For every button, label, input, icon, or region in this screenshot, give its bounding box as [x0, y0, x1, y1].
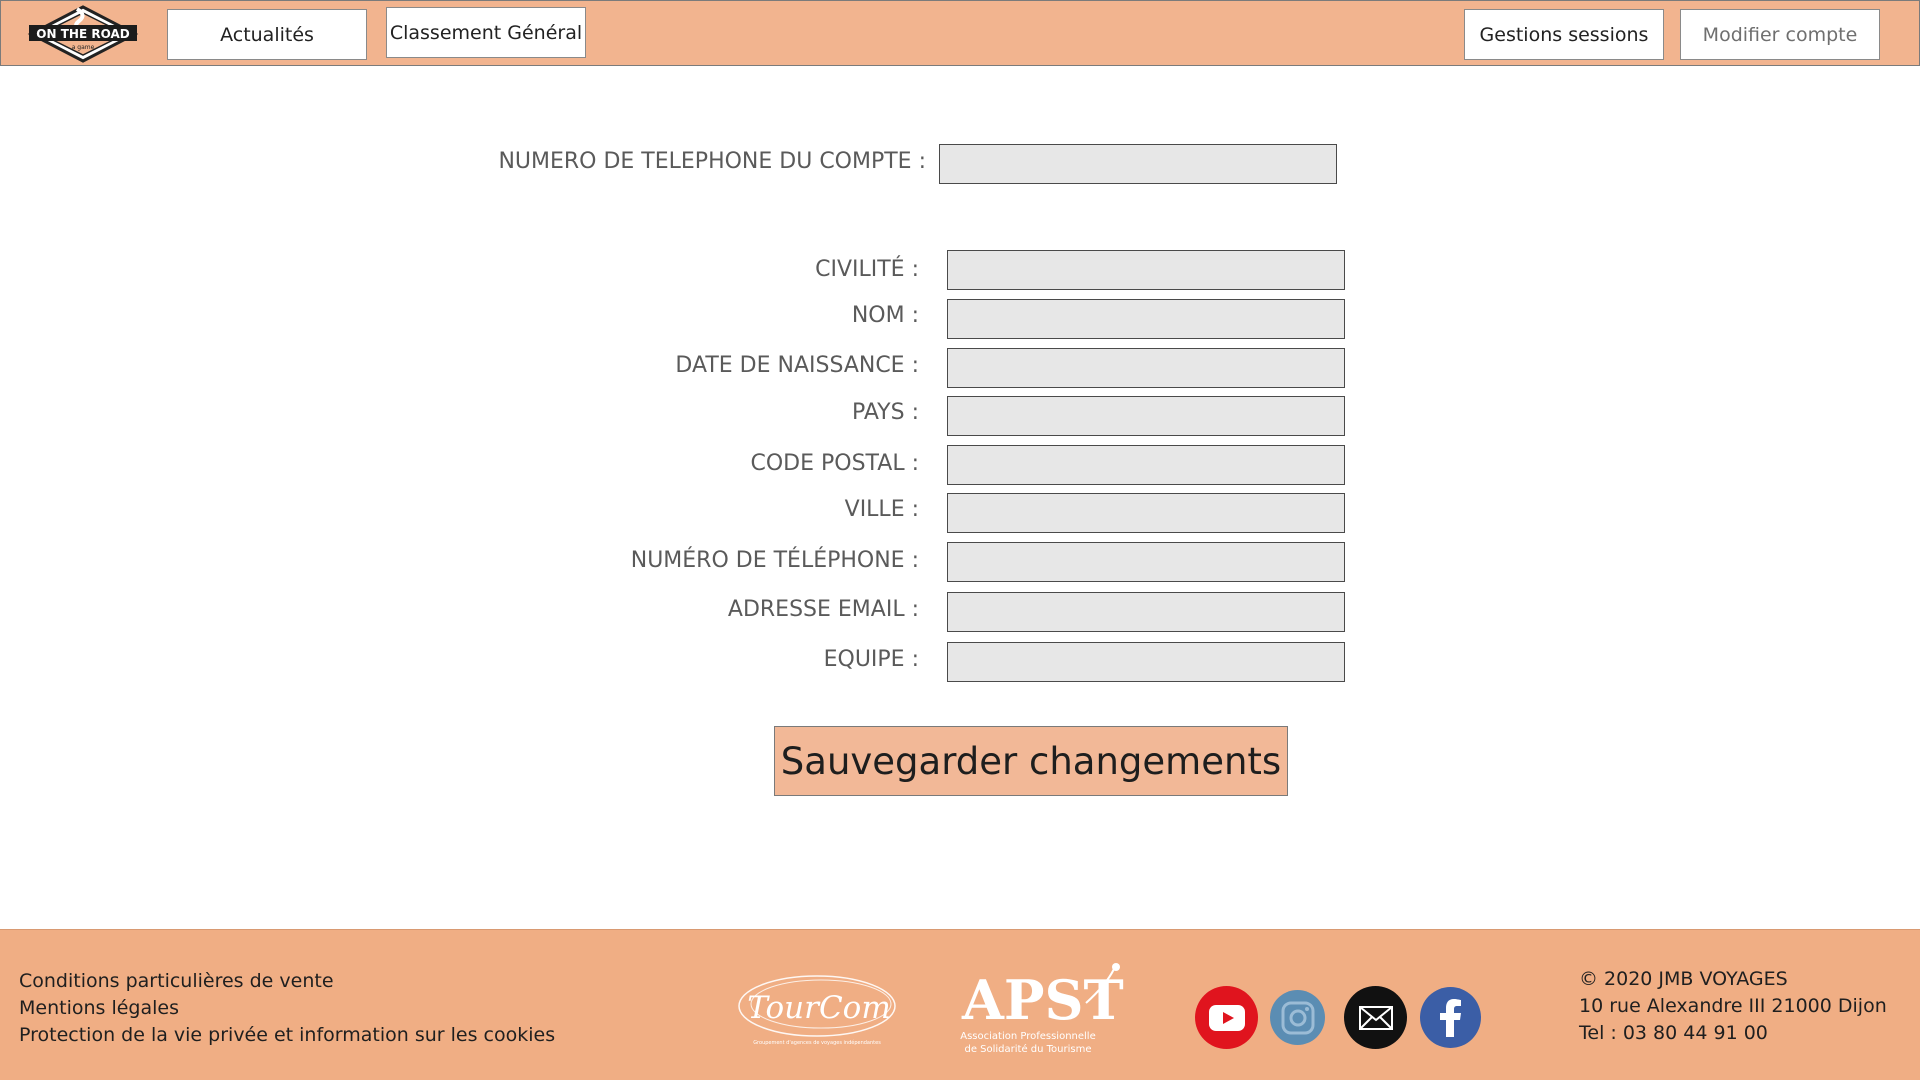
instagram-icon[interactable] — [1270, 990, 1325, 1045]
email-input[interactable] — [947, 592, 1345, 632]
copyright-text: © 2020 JMB VOYAGES — [1579, 968, 1788, 990]
postal-code-label: CODE POSTAL : — [750, 451, 919, 476]
youtube-icon[interactable] — [1195, 986, 1258, 1049]
svg-text:de Solidarité du Tourisme: de Solidarité du Tourisme — [964, 1043, 1091, 1055]
birth-date-label: DATE DE NAISSANCE : — [675, 353, 919, 378]
svg-text:a game: a game — [72, 44, 95, 51]
facebook-icon[interactable] — [1420, 987, 1481, 1048]
civility-input[interactable] — [947, 250, 1345, 290]
last-name-label: NOM : — [851, 303, 919, 328]
phone-text: Tel : 03 80 44 91 00 — [1579, 1022, 1768, 1044]
mail-icon[interactable] — [1344, 986, 1407, 1049]
privacy-link[interactable]: Protection de la vie privée et informati… — [19, 1022, 555, 1049]
svg-text:TourCom: TourCom — [747, 990, 891, 1026]
team-label: EQUIPE : — [823, 647, 919, 672]
on-the-road-logo[interactable]: ON THE ROAD a game — [27, 5, 139, 63]
svg-text:APST: APST — [961, 968, 1124, 1032]
civility-label: CIVILITÉ : — [815, 257, 919, 282]
svg-text:Groupement d'agences de voyage: Groupement d'agences de voyages indépend… — [753, 1039, 881, 1046]
save-changes-button[interactable]: Sauvegarder changements — [774, 726, 1288, 796]
country-input[interactable] — [947, 396, 1345, 436]
footer-links: Conditions particulières de vente Mentio… — [19, 968, 555, 1049]
last-name-input[interactable] — [947, 299, 1345, 339]
terms-link[interactable]: Conditions particulières de vente — [19, 968, 555, 995]
city-input[interactable] — [947, 493, 1345, 533]
footer: Conditions particulières de vente Mentio… — [0, 929, 1920, 1080]
account-phone-input[interactable] — [939, 144, 1337, 184]
nav-modifier-compte-button[interactable]: Modifier compte — [1680, 9, 1880, 60]
phone-input[interactable] — [947, 542, 1345, 582]
birth-date-input[interactable] — [947, 348, 1345, 388]
phone-label: NUMÉRO DE TÉLÉPHONE : — [630, 548, 919, 573]
company-contact: © 2020 JMB VOYAGES 10 rue Alexandre III … — [1579, 966, 1887, 1047]
country-label: PAYS : — [851, 400, 919, 425]
nav-classement-button[interactable]: Classement Général — [386, 7, 586, 58]
team-input[interactable] — [947, 642, 1345, 682]
postal-code-input[interactable] — [947, 445, 1345, 485]
address-text: 10 rue Alexandre III 21000 Dijon — [1579, 995, 1887, 1017]
svg-text:Association Professionnelle: Association Professionnelle — [960, 1031, 1096, 1042]
top-nav-bar: ON THE ROAD a game Actualités Classement… — [0, 0, 1920, 66]
account-phone-label: NUMERO DE TELEPHONE DU COMPTE : — [498, 149, 926, 174]
nav-gestions-sessions-button[interactable]: Gestions sessions — [1464, 9, 1664, 60]
tourcom-logo: TourCom Groupement d'agences de voyages … — [738, 975, 896, 1046]
city-label: VILLE : — [844, 497, 919, 522]
email-label: ADRESSE EMAIL : — [727, 597, 919, 622]
svg-text:ON THE ROAD: ON THE ROAD — [36, 27, 129, 41]
legal-link[interactable]: Mentions légales — [19, 995, 555, 1022]
apst-logo: APST Association Professionnelle de Soli… — [960, 963, 1124, 1055]
nav-actualites-button[interactable]: Actualités — [167, 9, 367, 60]
